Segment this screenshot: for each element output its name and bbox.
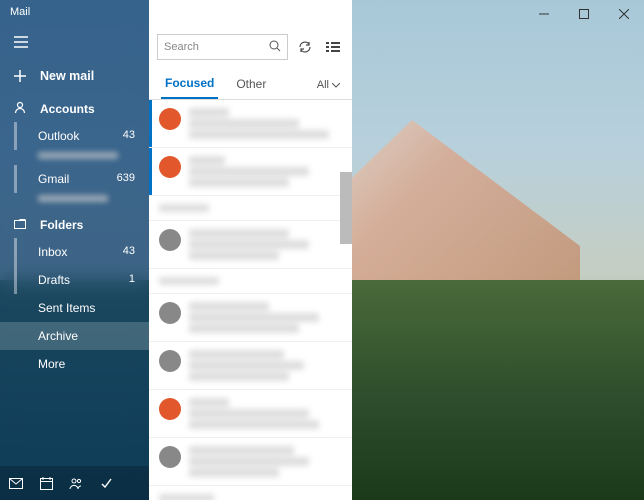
person-icon — [14, 101, 30, 116]
hamburger-menu[interactable] — [0, 28, 149, 57]
maximize-button[interactable] — [564, 0, 604, 28]
account-gmail[interactable]: Gmail 639 — [0, 165, 149, 193]
title-bar: Mail — [0, 0, 644, 28]
sync-button[interactable] — [294, 36, 316, 58]
message-group-header — [149, 269, 352, 294]
message-item[interactable] — [149, 294, 352, 342]
message-list-pane: Search Focused Other All — [149, 0, 352, 500]
tab-other[interactable]: Other — [232, 71, 270, 98]
new-mail-label: New mail — [40, 69, 94, 83]
folder-icon — [14, 218, 30, 232]
message-group-header — [149, 486, 352, 500]
inbox-tabs: Focused Other All — [149, 66, 352, 100]
chevron-down-icon — [332, 79, 340, 91]
window-title: Mail — [10, 6, 30, 18]
message-group-header — [149, 196, 352, 221]
folders-header: Folders — [0, 208, 149, 238]
message-item[interactable] — [149, 100, 352, 148]
mail-icon[interactable] — [8, 475, 24, 491]
people-icon[interactable] — [68, 475, 84, 491]
bottom-bar — [0, 466, 149, 500]
reading-pane — [352, 0, 644, 500]
minimize-button[interactable] — [524, 0, 564, 28]
message-item[interactable] — [149, 390, 352, 438]
close-button[interactable] — [604, 0, 644, 28]
calendar-icon[interactable] — [38, 475, 54, 491]
message-item[interactable] — [149, 342, 352, 390]
tab-focused[interactable]: Focused — [161, 70, 218, 99]
folder-archive[interactable]: Archive — [0, 322, 149, 350]
folder-drafts[interactable]: Drafts 1 — [0, 266, 149, 294]
folder-more[interactable]: More — [0, 350, 149, 378]
folder-sent-items[interactable]: Sent Items — [0, 294, 149, 322]
search-placeholder: Search — [164, 41, 199, 53]
scrollbar-thumb[interactable] — [340, 172, 352, 244]
filter-dropdown[interactable]: All — [317, 79, 340, 91]
message-item[interactable] — [149, 438, 352, 486]
folder-inbox[interactable]: Inbox 43 — [0, 238, 149, 266]
search-input[interactable]: Search — [157, 34, 288, 60]
search-icon — [269, 40, 281, 55]
sidebar: New mail Accounts Outlook 43 Gmail 639 F… — [0, 0, 149, 500]
plus-icon — [14, 70, 30, 82]
selection-mode-button[interactable] — [322, 36, 344, 58]
new-mail-button[interactable]: New mail — [0, 61, 149, 91]
account-outlook[interactable]: Outlook 43 — [0, 122, 149, 150]
todo-icon[interactable] — [98, 475, 114, 491]
message-item[interactable] — [149, 221, 352, 269]
message-list[interactable]: GT GOG.com Team Winter Sale: Grim Fandan… — [149, 100, 352, 500]
message-item[interactable] — [149, 148, 352, 196]
accounts-header: Accounts — [0, 91, 149, 122]
